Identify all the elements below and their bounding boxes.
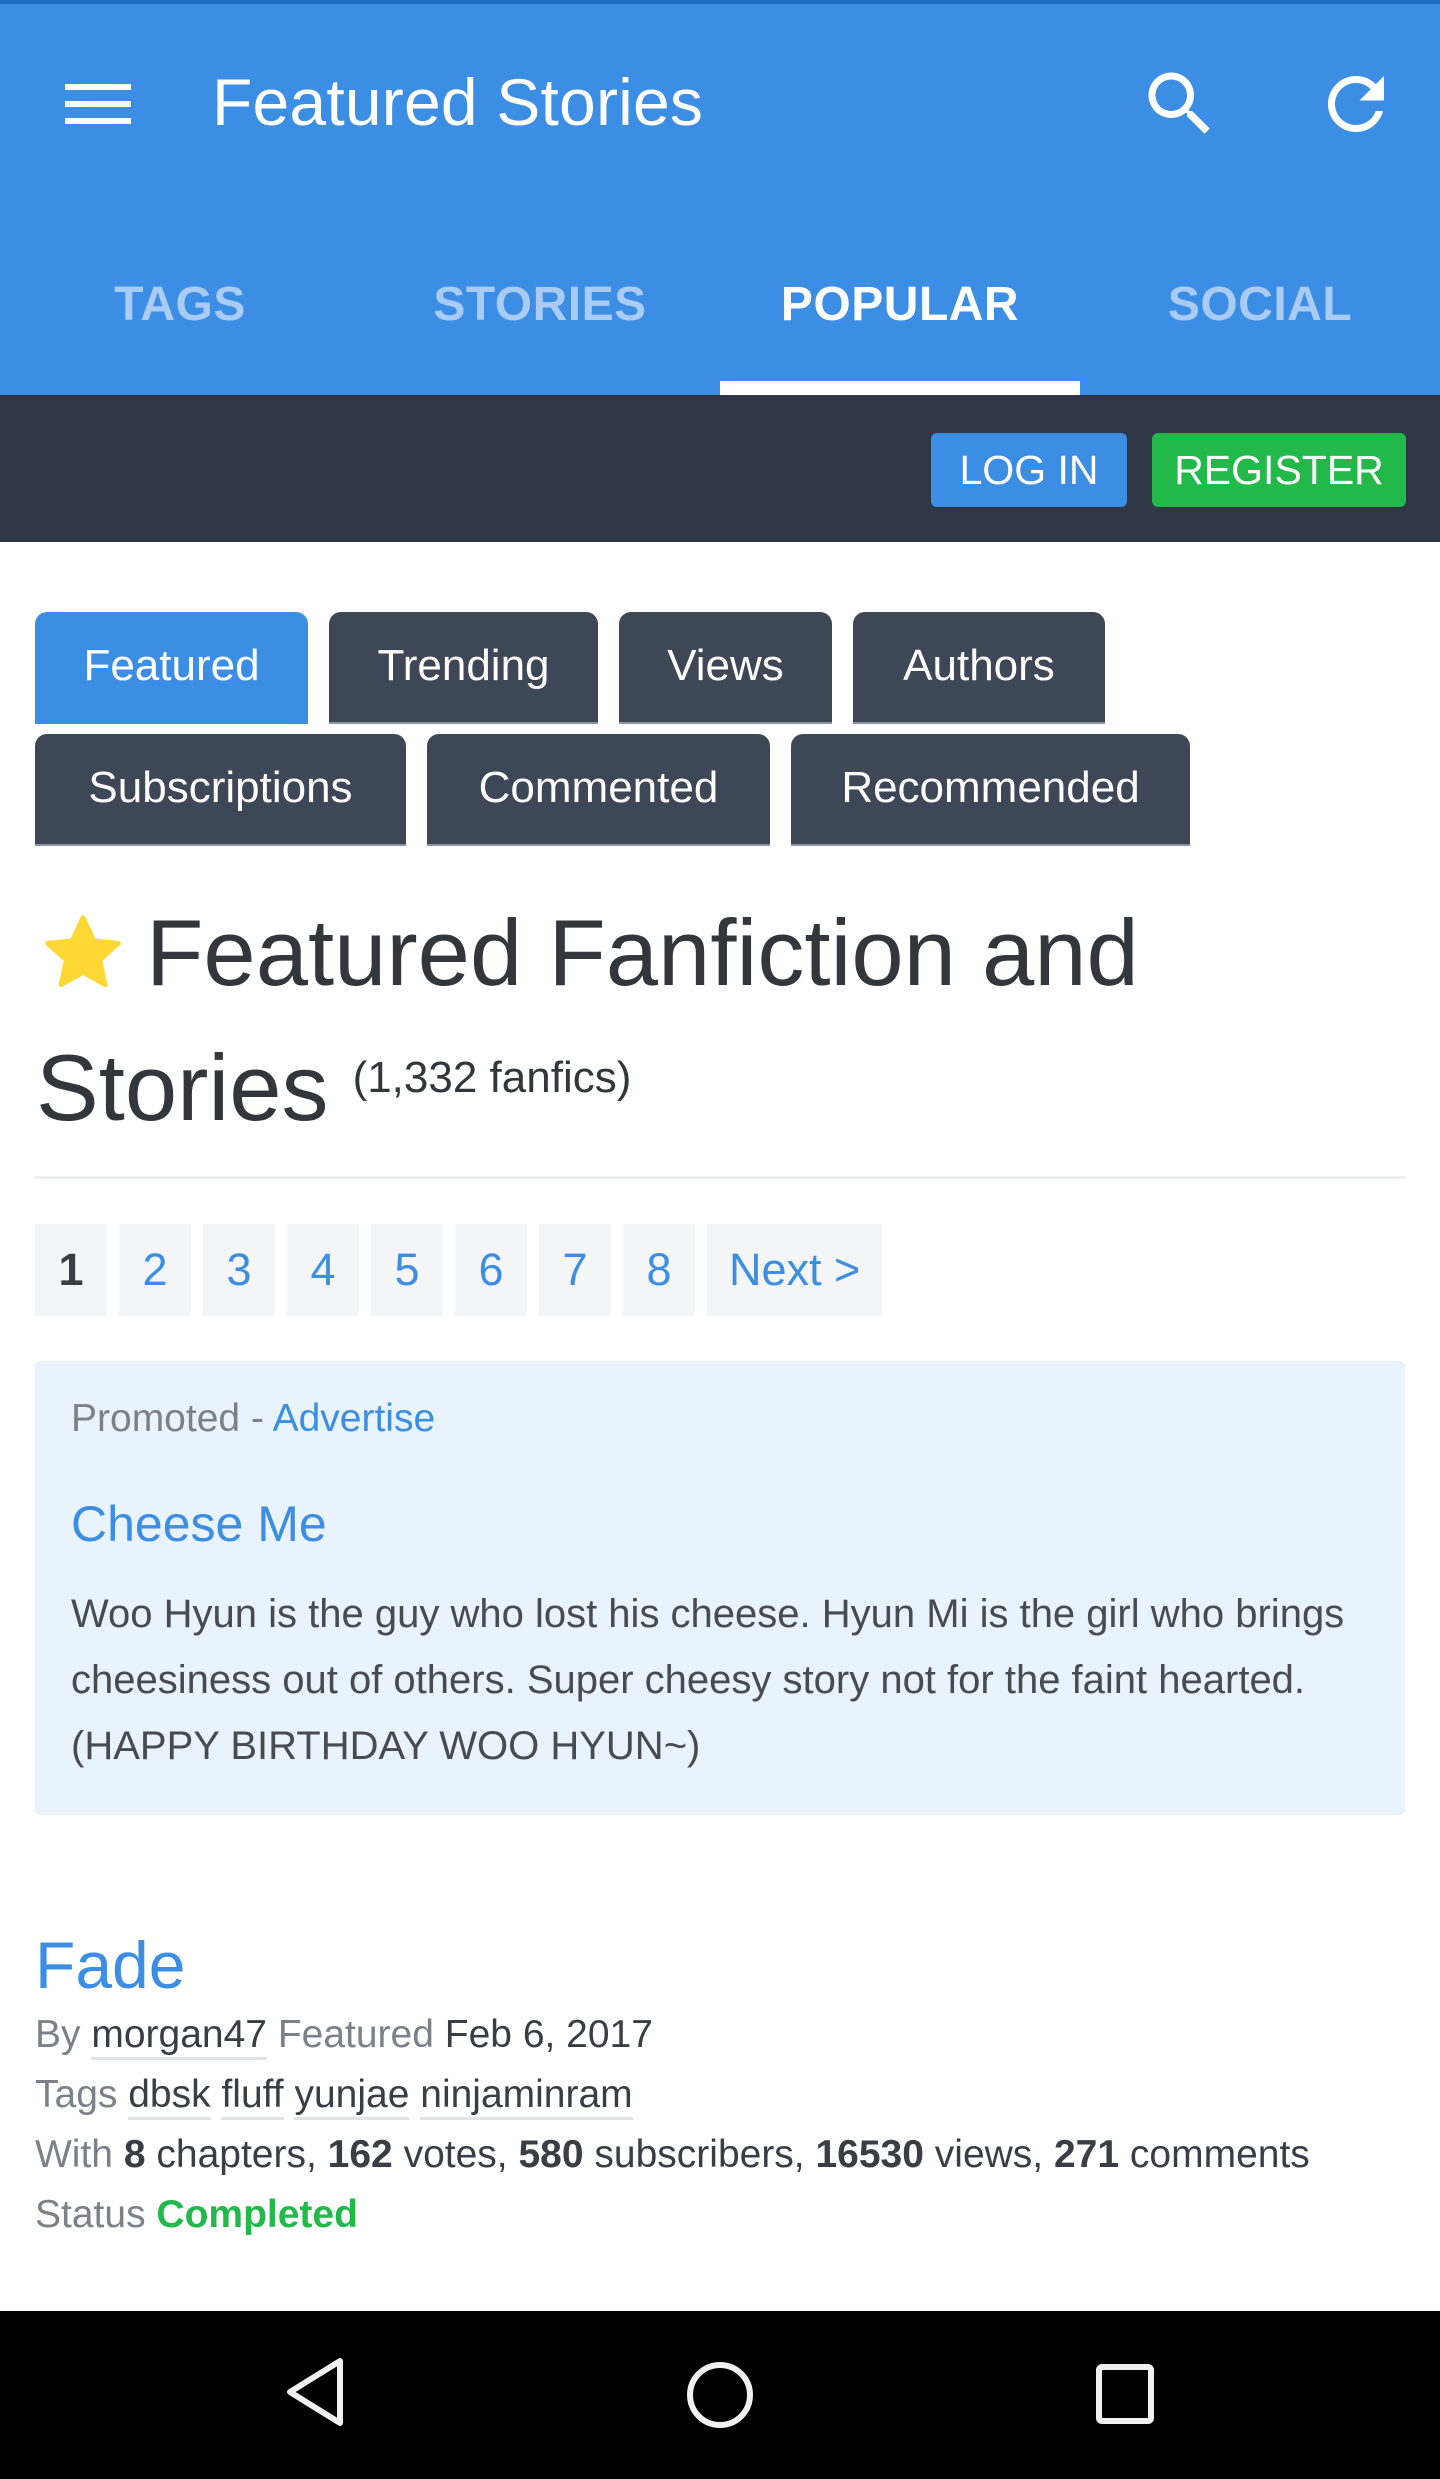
page-1[interactable]: 1 (35, 1224, 107, 1316)
promoted-story: Promoted - Advertise Cheese Me Woo Hyun … (35, 1361, 1405, 1815)
comments-count: 271 (1053, 2133, 1120, 2176)
tag-link[interactable]: yunjae (294, 2073, 410, 2120)
next-page-button[interactable]: Next > (707, 1224, 883, 1316)
login-button[interactable]: LOG IN (931, 433, 1127, 507)
tab-bar: TAGS STORIES POPULAR SOCIAL (0, 247, 1440, 395)
page-heading: Featured Fanfiction and Stories (1,332 f… (36, 888, 1406, 1158)
page-6[interactable]: 6 (455, 1224, 527, 1316)
filter-authors[interactable]: Authors (853, 612, 1105, 724)
pagination: 1 2 3 4 5 6 7 8 Next > (35, 1224, 883, 1316)
page-7[interactable]: 7 (539, 1224, 611, 1316)
featured-label: Featured (277, 2013, 434, 2056)
filter-views[interactable]: Views (619, 612, 832, 724)
divider (35, 1176, 1405, 1179)
status-label: Status (35, 2193, 146, 2236)
app-bar: Featured Stories TAGS STORIES POPULAR SO… (0, 4, 1440, 395)
filter-subscriptions[interactable]: Subscriptions (35, 734, 406, 846)
filter-featured[interactable]: Featured (35, 612, 308, 724)
fanfic-count: (1,332 fanfics) (352, 1053, 632, 1102)
promo-story-title[interactable]: Cheese Me (71, 1493, 1369, 1555)
story-tags: Tags dbsk fluff yunjae ninjaminram (35, 2065, 1405, 2125)
status-badge: Completed (156, 2193, 358, 2236)
tag-link[interactable]: ninjaminram (420, 2073, 633, 2120)
votes-label: votes, (403, 2133, 508, 2176)
tab-social[interactable]: SOCIAL (1080, 247, 1440, 395)
hamburger-icon[interactable] (65, 84, 131, 124)
promo-story-description: Woo Hyun is the guy who lost his cheese.… (71, 1592, 1345, 1768)
register-button[interactable]: REGISTER (1152, 433, 1406, 507)
story-title[interactable]: Fade (35, 1925, 1405, 2005)
author-link[interactable]: morgan47 (91, 2013, 267, 2060)
votes-count: 162 (327, 2133, 393, 2176)
search-icon (1148, 72, 1210, 134)
advertise-link[interactable]: Advertise (273, 1397, 436, 1440)
views-count: 16530 (815, 2133, 924, 2176)
filter-recommended[interactable]: Recommended (791, 734, 1190, 846)
promoted-label: Promoted - Advertise (71, 1391, 1369, 1447)
subscribers-count: 580 (518, 2133, 584, 2176)
chapters-label: chapters, (156, 2133, 317, 2176)
page-3[interactable]: 3 (203, 1224, 275, 1316)
search-button[interactable] (1138, 62, 1222, 146)
page-title-line1: Featured Fanfiction and (146, 900, 1139, 1005)
with-label: With (35, 2133, 113, 2176)
featured-date: Feb 6, 2017 (444, 2013, 653, 2056)
page-8[interactable]: 8 (623, 1224, 695, 1316)
promoted-text: Promoted - (71, 1397, 264, 1440)
comments-label: comments (1129, 2133, 1310, 2176)
auth-bar: LOG IN REGISTER (0, 395, 1440, 542)
system-nav-bar (0, 2311, 1440, 2479)
star-icon (45, 915, 121, 988)
views-label: views, (934, 2133, 1044, 2176)
story-stats: With 8 chapters, 162 votes, 580 subscrib… (35, 2125, 1405, 2185)
story-item: Fade By morgan47 Featured Feb 6, 2017 Ta… (35, 1925, 1405, 2245)
tab-popular[interactable]: POPULAR (720, 247, 1080, 395)
page-2[interactable]: 2 (119, 1224, 191, 1316)
tag-link[interactable]: fluff (221, 2073, 284, 2120)
filter-trending[interactable]: Trending (329, 612, 598, 724)
refresh-button[interactable] (1314, 62, 1398, 146)
filter-commented[interactable]: Commented (427, 734, 770, 846)
refresh-icon (1328, 76, 1384, 132)
tab-tags[interactable]: TAGS (0, 247, 360, 395)
page-title-line2: Stories (36, 1035, 329, 1140)
tag-link[interactable]: dbsk (128, 2073, 211, 2120)
app-title: Featured Stories (212, 65, 704, 139)
back-icon[interactable] (278, 2355, 352, 2429)
story-status: Status Completed (35, 2185, 1405, 2245)
chapters-count: 8 (123, 2133, 146, 2176)
home-icon[interactable] (680, 2355, 760, 2435)
story-byline: By morgan47 Featured Feb 6, 2017 (35, 2005, 1405, 2065)
tab-stories[interactable]: STORIES (360, 247, 720, 395)
recents-icon[interactable] (1088, 2359, 1162, 2433)
tags-label: Tags (35, 2073, 118, 2116)
page-4[interactable]: 4 (287, 1224, 359, 1316)
subscribers-label: subscribers, (594, 2133, 805, 2176)
by-label: By (35, 2013, 81, 2056)
page-5[interactable]: 5 (371, 1224, 443, 1316)
filter-pills: Featured Trending Views Authors Subscrip… (35, 612, 1415, 856)
